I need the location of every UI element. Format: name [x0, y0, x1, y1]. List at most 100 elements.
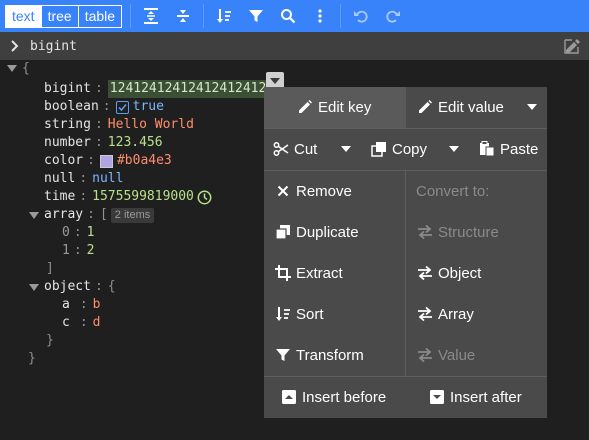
array-item[interactable]: 0 : 1: [62, 224, 94, 242]
value-boolean[interactable]: true: [133, 98, 164, 116]
separator: :: [73, 243, 82, 258]
object-key[interactable]: c: [62, 314, 70, 332]
convert-structure-button[interactable]: Structure: [416, 212, 499, 252]
tree-row-string[interactable]: string : Hello World: [44, 116, 194, 134]
paste-button[interactable]: Paste: [478, 129, 538, 169]
collapse-root-toggle[interactable]: [6, 63, 18, 75]
key-null[interactable]: null: [44, 170, 75, 188]
value-bigint[interactable]: 124124124124124124124: [107, 80, 277, 98]
mode-text-button[interactable]: text: [6, 5, 42, 27]
insert-before-icon: [280, 388, 298, 406]
expand-all-button[interactable]: [135, 0, 167, 32]
tree-row-time[interactable]: time : 1575599819000: [44, 188, 212, 206]
collapse-object-toggle[interactable]: [28, 282, 40, 294]
separator: :: [79, 315, 88, 330]
array-item[interactable]: 1 : 2: [62, 242, 94, 260]
convert-value-button[interactable]: Value: [416, 335, 475, 375]
mode-tree-button[interactable]: tree: [42, 5, 79, 27]
transform-button[interactable]: Transform: [274, 335, 364, 375]
tree-row-number[interactable]: number : 123.456: [44, 134, 163, 152]
expand-all-icon: [144, 8, 159, 24]
object-value[interactable]: d: [93, 314, 101, 332]
key-bigint[interactable]: bigint: [44, 80, 91, 98]
toolbar: text tree table: [0, 0, 589, 32]
copy-dropdown-button[interactable]: [442, 129, 466, 169]
navigation-chevron-button[interactable]: [0, 32, 30, 60]
tree-row-boolean[interactable]: boolean : true: [44, 98, 164, 116]
filter-button[interactable]: [240, 0, 272, 32]
key-array[interactable]: array: [44, 206, 83, 224]
duplicate-button[interactable]: Duplicate: [274, 212, 359, 252]
sort-button[interactable]: [208, 0, 240, 32]
copy-icon: [370, 140, 388, 158]
color-swatch[interactable]: [99, 154, 113, 168]
insert-after-button[interactable]: Insert after: [428, 377, 522, 417]
search-button[interactable]: [272, 0, 304, 32]
key-object[interactable]: object: [44, 278, 91, 296]
edit-icon: [564, 39, 580, 54]
convert-object-button[interactable]: Object: [416, 253, 481, 293]
key-boolean[interactable]: boolean: [44, 98, 99, 116]
caret-down-icon: [29, 212, 39, 219]
key-string[interactable]: string: [44, 116, 91, 134]
undo-icon: [354, 10, 368, 23]
object-value[interactable]: b: [93, 296, 101, 314]
toolbar-divider: [130, 4, 132, 28]
separator: :: [79, 297, 88, 312]
tree-row-array[interactable]: array : [ 2 items: [44, 206, 155, 224]
convert-array-button[interactable]: Array: [416, 294, 474, 334]
root-close-brace: }: [28, 351, 36, 366]
filter-icon: [249, 10, 264, 22]
remove-button[interactable]: Remove: [274, 171, 352, 211]
key-color[interactable]: color: [44, 152, 83, 170]
tree-row-object[interactable]: object : {: [44, 278, 116, 296]
extract-button[interactable]: Extract: [274, 253, 343, 293]
sort-icon: [217, 9, 232, 23]
object-item[interactable]: c : d: [62, 314, 100, 332]
remove-label: Remove: [296, 182, 352, 200]
edit-path-button[interactable]: [563, 37, 581, 55]
array-index: 1: [62, 243, 70, 258]
value-null[interactable]: null: [92, 170, 123, 188]
cut-button[interactable]: Cut: [272, 129, 317, 169]
object-key[interactable]: a: [62, 296, 70, 314]
undo-button[interactable]: [345, 0, 377, 32]
boolean-checkbox[interactable]: [115, 100, 129, 114]
redo-button[interactable]: [377, 0, 409, 32]
edit-value-button[interactable]: Edit value: [416, 87, 504, 127]
paste-icon: [478, 140, 496, 158]
object-item[interactable]: a : b: [62, 296, 100, 314]
items-count-badge[interactable]: 2 items: [110, 207, 155, 223]
collapse-array-toggle[interactable]: [28, 210, 40, 222]
array-value[interactable]: 2: [87, 242, 95, 260]
value-color[interactable]: #b0a4e3: [117, 152, 172, 170]
navigation-path-item[interactable]: bigint: [30, 39, 77, 54]
key-time[interactable]: time: [44, 188, 75, 206]
value-time[interactable]: 1575599819000: [92, 188, 194, 206]
key-number[interactable]: number: [44, 134, 91, 152]
insert-before-button[interactable]: Insert before: [280, 377, 386, 417]
redo-icon: [386, 10, 401, 23]
duplicate-icon: [274, 223, 292, 241]
more-button[interactable]: [304, 0, 336, 32]
value-number[interactable]: 123.456: [108, 134, 163, 152]
edit-value-label: Edit value: [438, 98, 504, 116]
array-value[interactable]: 1: [87, 224, 95, 242]
menu-column-divider: [405, 171, 406, 376]
edit-key-button[interactable]: Edit key: [296, 87, 371, 127]
sort-menu-button[interactable]: Sort: [274, 294, 324, 334]
caret-down-icon: [29, 284, 39, 291]
tree-row-color[interactable]: color : #b0a4e3: [44, 152, 172, 170]
sort-label: Sort: [296, 305, 324, 323]
mode-table-button[interactable]: table: [79, 6, 121, 27]
collapse-all-button[interactable]: [167, 0, 199, 32]
edit-value-dropdown-button[interactable]: [520, 87, 544, 127]
cut-dropdown-button[interactable]: [334, 129, 358, 169]
tree-row-null[interactable]: null : null: [44, 170, 123, 188]
scissors-icon: [272, 140, 290, 158]
tree-row-bigint[interactable]: bigint : 124124124124124124124: [44, 80, 277, 98]
caret-down-icon: [341, 145, 351, 152]
value-string[interactable]: Hello World: [108, 116, 194, 134]
swap-icon: [416, 305, 434, 323]
copy-button[interactable]: Copy: [370, 129, 427, 169]
